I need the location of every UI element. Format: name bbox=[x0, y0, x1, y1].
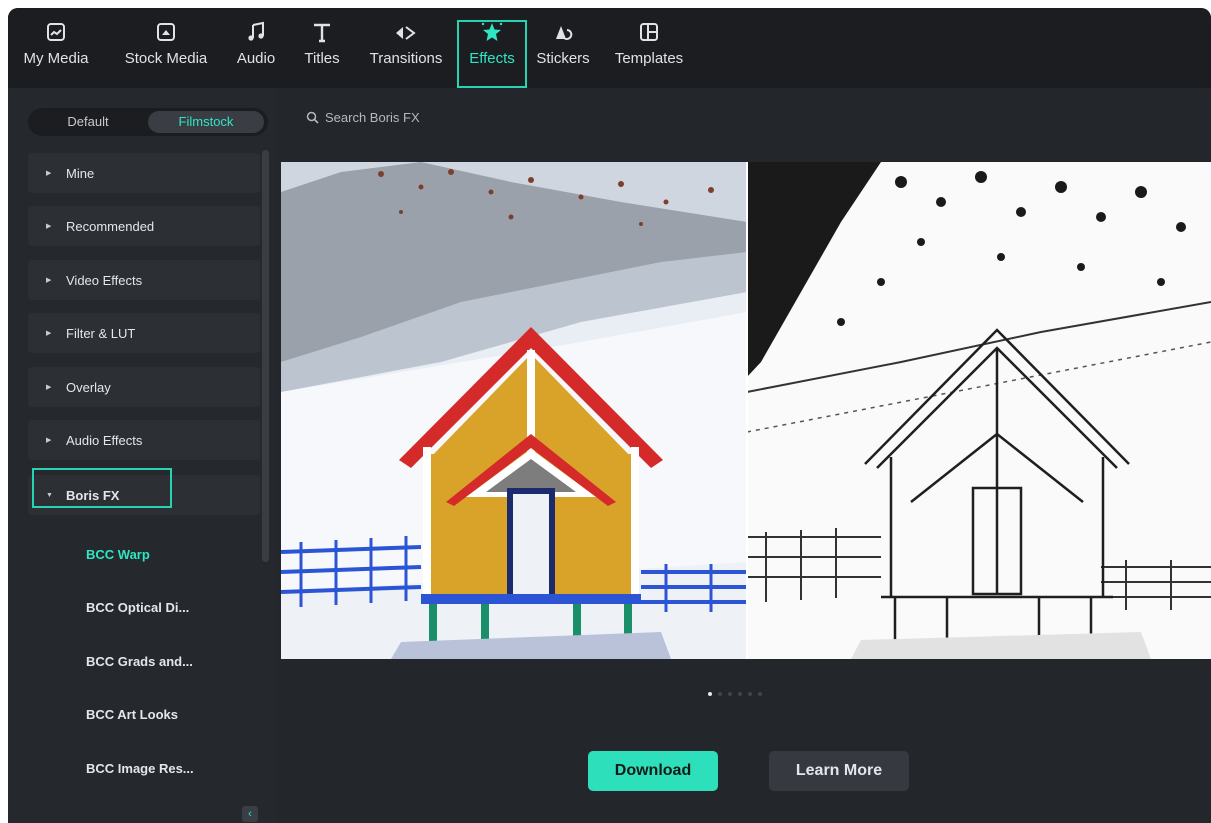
templates-icon bbox=[638, 20, 660, 44]
app-window: My Media Stock Media Audio Titles Transi bbox=[8, 8, 1211, 823]
filmstock-library-button[interactable]: Filmstock bbox=[148, 111, 264, 133]
expand-arrow-icon: ▶ bbox=[46, 437, 52, 444]
category-label: Video Effects bbox=[66, 272, 143, 288]
tab-label: Templates bbox=[614, 50, 684, 67]
my-media-icon bbox=[45, 20, 67, 44]
tab-label: Stock Media bbox=[124, 50, 208, 67]
category-mine[interactable]: ▶ Mine bbox=[28, 153, 260, 193]
tab-label: My Media bbox=[23, 50, 89, 67]
carousel-dot[interactable] bbox=[718, 692, 722, 696]
tab-label: Audio bbox=[236, 50, 276, 67]
tab-audio[interactable]: Audio bbox=[228, 18, 284, 90]
expand-arrow-icon: ▶ bbox=[46, 330, 52, 337]
boris-item-bcc-art-looks[interactable]: BCC Art Looks bbox=[86, 707, 178, 722]
category-filter-lut[interactable]: ▶ Filter & LUT bbox=[28, 313, 260, 353]
library-segmented-control: Default Filmstock bbox=[28, 108, 268, 136]
expand-arrow-icon: ▶ bbox=[46, 170, 52, 177]
carousel-pagination bbox=[708, 692, 762, 696]
carousel-dot[interactable] bbox=[758, 692, 762, 696]
tab-templates[interactable]: Templates bbox=[606, 18, 692, 90]
stock-media-icon bbox=[155, 20, 177, 44]
category-audio-effects[interactable]: ▶ Audio Effects bbox=[28, 420, 260, 460]
tab-titles[interactable]: Titles bbox=[294, 18, 350, 90]
effect-preview-area: Search Boris FX Download Learn More bbox=[276, 88, 1211, 823]
effect-image bbox=[746, 162, 1211, 659]
sidebar-scrollbar[interactable] bbox=[262, 150, 269, 562]
house-snow-preview-image bbox=[281, 162, 1211, 659]
chevron-left-icon: ‹ bbox=[248, 808, 252, 820]
carousel-dot[interactable] bbox=[738, 692, 742, 696]
learn-more-button[interactable]: Learn More bbox=[769, 751, 909, 791]
carousel-dot[interactable] bbox=[728, 692, 732, 696]
effects-tab-highlight bbox=[457, 20, 527, 88]
tab-stock-media[interactable]: Stock Media bbox=[116, 18, 216, 90]
category-label: Filter & LUT bbox=[66, 325, 136, 341]
boris-item-bcc-image-res[interactable]: BCC Image Res... bbox=[86, 761, 194, 776]
boris-item-bcc-grads[interactable]: BCC Grads and... bbox=[86, 654, 193, 669]
category-recommended[interactable]: ▶ Recommended bbox=[28, 206, 260, 246]
category-label: Mine bbox=[66, 165, 95, 181]
default-library-button[interactable]: Default bbox=[38, 111, 138, 133]
expand-arrow-icon: ▶ bbox=[46, 223, 52, 230]
category-label: Recommended bbox=[66, 218, 155, 234]
transitions-icon bbox=[393, 20, 419, 44]
boris-item-bcc-optical[interactable]: BCC Optical Di... bbox=[86, 600, 189, 615]
carousel-dot[interactable] bbox=[748, 692, 752, 696]
category-label: Overlay bbox=[66, 379, 111, 395]
audio-icon bbox=[245, 20, 267, 44]
media-toolbar: My Media Stock Media Audio Titles Transi bbox=[8, 8, 1211, 88]
expand-arrow-icon: ▶ bbox=[46, 277, 52, 284]
original-image bbox=[281, 162, 747, 659]
tab-stickers[interactable]: Stickers bbox=[528, 18, 598, 90]
titles-icon bbox=[311, 20, 333, 44]
boris-item-bcc-warp[interactable]: BCC Warp bbox=[86, 547, 150, 562]
tab-label: Titles bbox=[304, 50, 340, 67]
effect-before-after-preview bbox=[281, 162, 1211, 659]
category-video-effects[interactable]: ▶ Video Effects bbox=[28, 260, 260, 300]
carousel-dot[interactable] bbox=[708, 692, 712, 696]
category-label: Audio Effects bbox=[66, 432, 143, 448]
boris-fx-highlight bbox=[32, 468, 172, 508]
collapse-panel-button[interactable]: ‹ bbox=[242, 806, 258, 822]
tab-label: Stickers bbox=[536, 50, 590, 67]
tab-label: Transitions bbox=[369, 50, 443, 67]
stickers-icon bbox=[552, 20, 574, 44]
search-field[interactable]: Search Boris FX bbox=[306, 106, 586, 128]
effects-category-panel: Default Filmstock ▶ Mine ▶ Recommended ▶… bbox=[8, 88, 276, 823]
tab-my-media[interactable]: My Media bbox=[14, 18, 98, 90]
search-placeholder: Search Boris FX bbox=[325, 109, 420, 125]
expand-arrow-icon: ▶ bbox=[46, 384, 52, 391]
search-icon bbox=[306, 111, 319, 124]
category-overlay[interactable]: ▶ Overlay bbox=[28, 367, 260, 407]
tab-transitions[interactable]: Transitions bbox=[360, 18, 452, 90]
download-button[interactable]: Download bbox=[588, 751, 718, 791]
